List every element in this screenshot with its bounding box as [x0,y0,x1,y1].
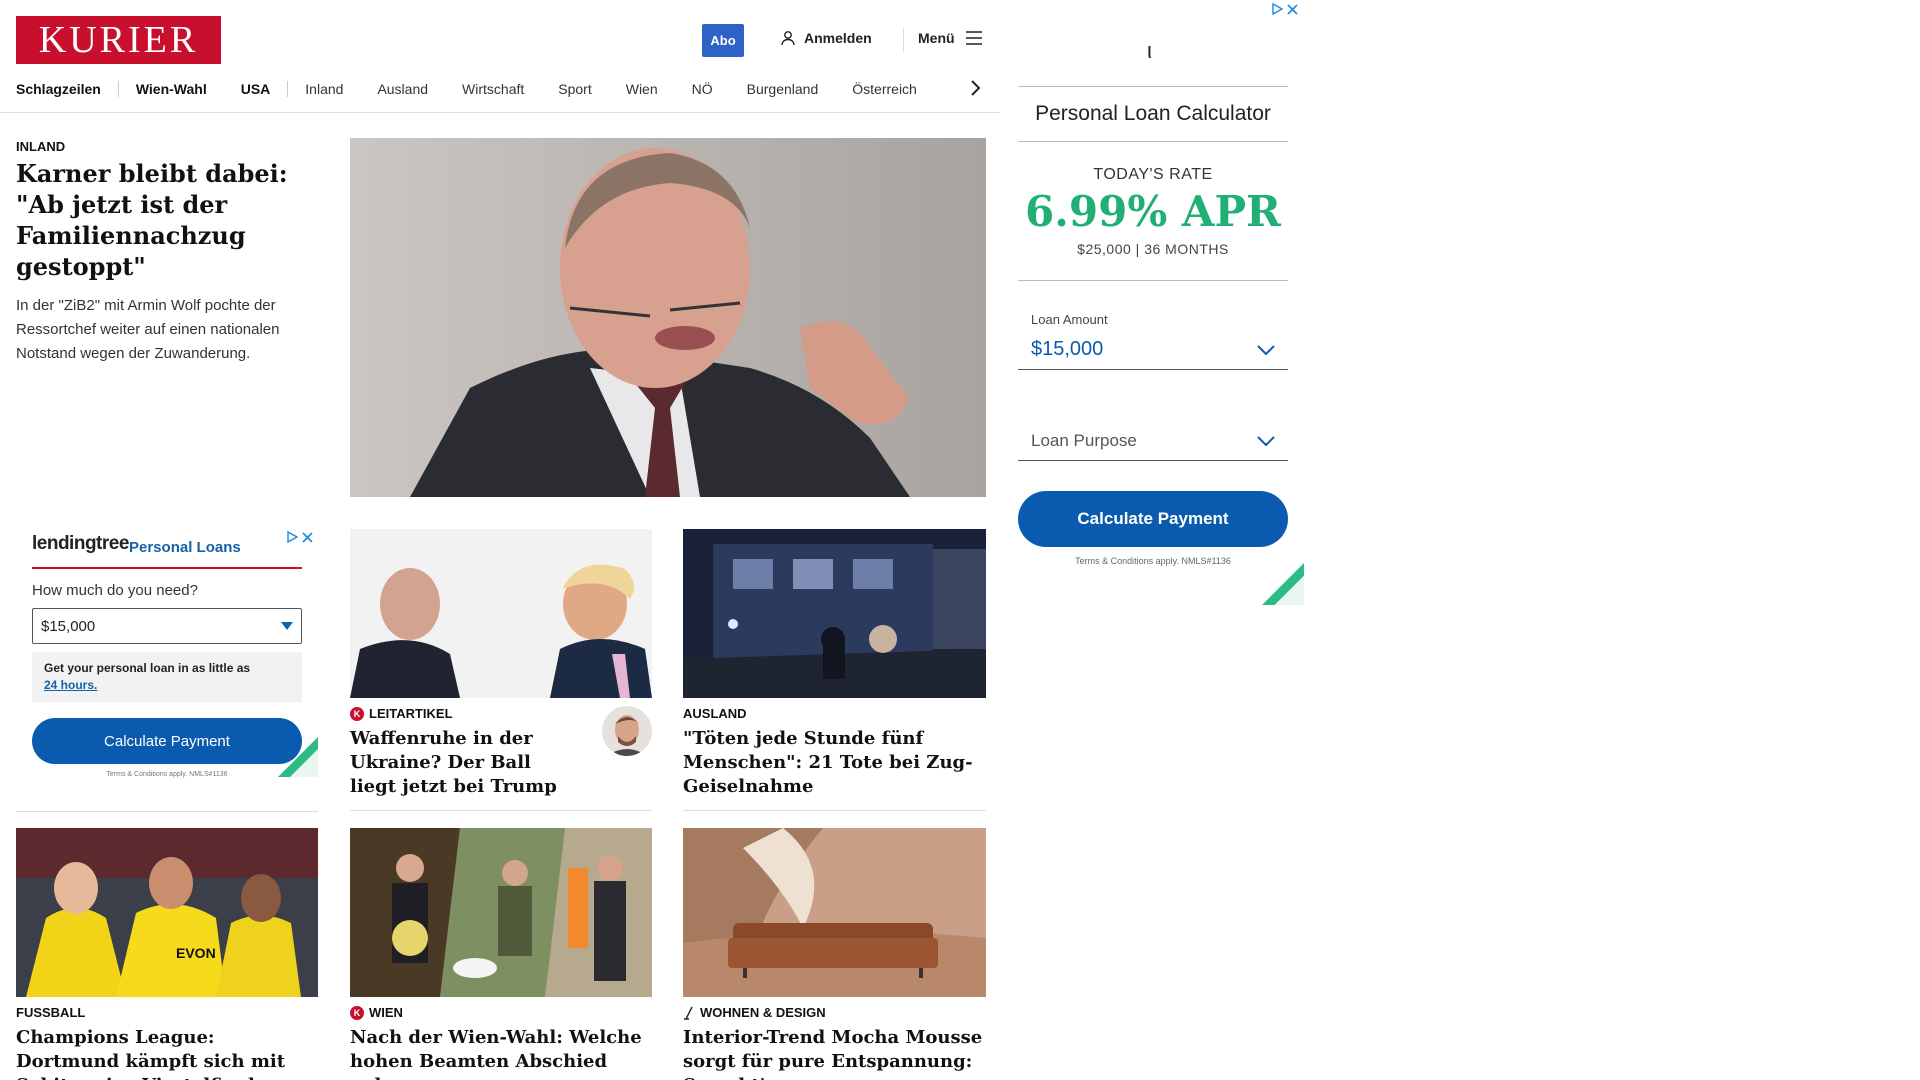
nav-item-burgenland[interactable]: Burgenland [730,81,836,97]
article-category-wohnen[interactable]: WOHNEN & DESIGN [683,1005,826,1020]
ad-divider [32,567,302,569]
calculate-payment-button[interactable]: Calculate Payment [1018,491,1288,547]
article-title-wien[interactable]: Nach der Wien-Wahl: Welche hohen Beamten… [350,1026,650,1080]
ad-terms[interactable]: Terms & Conditions apply. NMLS#1136 [1018,556,1288,566]
article-title-leitartikel[interactable]: Waffenruhe in der Ukraine? Der Ball lieg… [350,727,580,799]
nav-item-ausland[interactable]: Ausland [360,81,445,97]
menu-button[interactable]: Menü [918,30,983,46]
ad-divider [1018,141,1288,142]
category-label: WIEN [369,1005,403,1020]
card-divider [683,810,986,811]
ad-terms[interactable]: Terms & Conditions apply. NMLS#1136 [16,771,318,778]
article-image-wien[interactable] [350,828,652,997]
logo-text: KURIER [38,19,199,61]
dropdown-arrow-icon [281,622,293,630]
adchoices-icon[interactable] [286,531,298,543]
rate-label: TODAY'S RATE [1093,166,1213,183]
user-icon [781,31,795,46]
nav-item-sport[interactable]: Sport [541,81,608,97]
lendingtree-ad[interactable]: lendingtree Personal Loans How much do y… [16,515,318,812]
close-icon[interactable] [302,531,313,543]
category-label: WOHNEN & DESIGN [700,1005,826,1020]
nav-item-oesterreich[interactable]: Österreich [835,81,934,97]
category-label: LEITARTIKEL [369,706,453,721]
header-divider [903,28,904,52]
login-label: Anmelden [804,30,872,46]
author-avatar[interactable] [602,706,652,756]
ad-corner-decoration [1262,563,1304,605]
rate-value: 6.99% APR [1025,187,1281,236]
article-image-wohnen[interactable] [683,828,986,997]
rate-terms: $25,000 | 36 MONTHS [1077,241,1229,257]
calculate-payment-button[interactable]: Calculate Payment [32,718,302,764]
loan-purpose-placeholder: Loan Purpose [1031,430,1137,450]
svg-text:EVON: EVON [176,945,216,961]
chevron-down-icon [1257,435,1275,446]
article-category-fussball[interactable]: FUSSBALL [16,1005,85,1020]
article-title-fussball[interactable]: Champions League: Dortmund kämpft sich m… [16,1026,316,1080]
ad-divider [1018,86,1288,87]
loan-amount-dropdown[interactable]: $15,000 [1018,330,1288,370]
nav-item-wirtschaft[interactable]: Wirtschaft [445,81,541,97]
article-category-wien[interactable]: K WIEN [350,1005,403,1020]
article-title-ausland[interactable]: "Töten jede Stunde fünf Menschen": 21 To… [683,727,983,799]
loan-purpose-dropdown[interactable]: Loan Purpose [1018,421,1288,461]
kurier-logo[interactable]: KURIER [16,16,221,64]
kurier-plus-badge: K [350,706,364,721]
ad-question: How much do you need? [32,582,198,599]
ad-info-text: Get your personal loan in as little as [44,661,251,675]
loan-amount-select[interactable]: $15,000 [32,608,302,644]
nav-divider-line [0,112,1000,113]
nav-item-schlagzeilen[interactable]: Schlagzeilen [16,81,118,97]
ad-info-link[interactable]: 24 hours. [44,678,97,692]
lendingtree-logo: lendingtree [32,533,129,554]
chevron-down-icon [1257,344,1275,355]
article-image-ausland[interactable] [683,529,986,698]
lead-teaser[interactable]: In der "ZiB2" mit Armin Wolf pochte der … [16,294,316,366]
article-title-wohnen[interactable]: Interior-Trend Mocha Mousse sorgt für pu… [683,1026,983,1080]
kurier-plus-badge: K [350,1005,364,1020]
article-category-ausland[interactable]: AUSLAND [683,706,747,721]
design-icon [684,1006,693,1020]
article-image-leitartikel[interactable] [350,529,652,698]
article-category-leitartikel[interactable]: K LEITARTIKEL [350,706,453,721]
ad-corner-decoration [278,737,318,777]
nav-item-wien[interactable]: Wien [609,81,675,97]
chevron-right-icon[interactable] [968,77,982,99]
lead-image[interactable] [350,138,986,497]
ad-divider [1018,280,1288,281]
adchoices-icon[interactable] [1271,3,1283,15]
adchoices[interactable] [286,531,313,543]
menu-label: Menü [918,30,955,46]
nav-item-wien-wahl[interactable]: Wien-Wahl [119,81,224,97]
calculator-title: Personal Loan Calculator [1035,102,1271,125]
nav-item-usa[interactable]: USA [224,81,288,97]
login-button[interactable]: Anmelden [780,30,872,46]
close-icon[interactable] [1287,3,1298,15]
adchoices[interactable] [1271,3,1298,15]
cursor-icon: ι [1147,38,1152,63]
nav-item-inland[interactable]: Inland [288,81,360,97]
lead-category[interactable]: INLAND [16,139,65,154]
loan-amount-label: Loan Amount [1031,312,1108,327]
article-image-fussball[interactable]: EVON [16,828,318,997]
ad-product-label: Personal Loans [129,539,241,556]
nav-item-noe[interactable]: NÖ [675,81,730,97]
hamburger-icon [965,31,982,45]
ad-info-box: Get your personal loan in as little as 2… [32,652,302,702]
abo-button[interactable]: Abo [702,24,744,57]
lead-headline[interactable]: Karner bleibt dabei: "Ab jetzt ist der F… [16,158,316,282]
loan-amount-value: $15,000 [1031,338,1104,360]
loan-amount-value: $15,000 [41,617,96,635]
section-nav: Schlagzeilen Wien-Wahl USA Inland Auslan… [16,78,934,100]
card-divider [350,810,652,811]
